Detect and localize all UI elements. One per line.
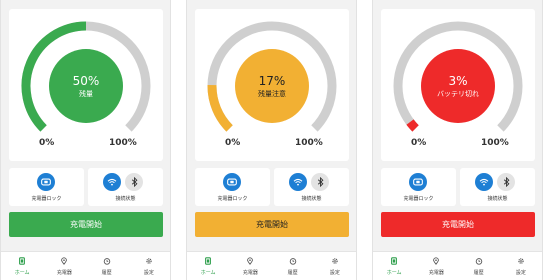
nav-item-label: 充電器 <box>56 269 72 276</box>
phone-screen-2: 17% 残量注意 0% 100% 充電器ロック 接続状態充電開始ホーム 充電器 履歴 設定 <box>186 0 357 280</box>
charger-lock-label: 充電器ロック <box>403 196 434 202</box>
location-pin-icon <box>60 256 68 269</box>
phone-screen-1: 50% 残量 0% 100% 充電器ロック 接続状態充電開始ホーム 充電器 履歴 設定 <box>0 0 171 280</box>
gauge-max-label: 100% <box>481 138 509 148</box>
nav-item-history[interactable]: 履歴 <box>86 252 128 280</box>
charger-lock-label: 充電器ロック <box>217 196 248 202</box>
phone-screen-3: 3% バッテリ切れ 0% 100% 充電器ロック 接続状態充電開始ホーム 充電器 履歴 設定 <box>372 0 543 280</box>
connection-status-label: 接続状態 <box>301 196 322 202</box>
wifi-icon[interactable] <box>289 173 307 191</box>
lock-icon[interactable] <box>409 173 427 191</box>
home-icon <box>204 256 212 269</box>
start-charging-button[interactable]: 充電開始 <box>9 212 163 237</box>
gear-icon <box>331 257 339 269</box>
nav-item-label: ホーム <box>14 269 30 276</box>
nav-item-label: ホーム <box>386 269 402 276</box>
home-icon <box>18 256 26 269</box>
nav-item-label: 充電器 <box>428 269 444 276</box>
battery-level-circle: 17% 残量注意 <box>235 49 309 123</box>
gauge-fill <box>207 84 233 132</box>
gauge-max-label: 100% <box>109 138 137 148</box>
nav-item-label: 履歴 <box>473 269 484 276</box>
battery-gauge-card: 17% 残量注意 0% 100% <box>195 9 349 161</box>
battery-level-circle: 50% 残量 <box>49 49 123 123</box>
wifi-icon[interactable] <box>103 173 121 191</box>
home-icon <box>390 256 398 269</box>
nav-item-home[interactable]: ホーム <box>373 252 415 280</box>
wifi-icon[interactable] <box>475 173 493 191</box>
charger-lock-label: 充電器ロック <box>31 196 62 202</box>
nav-item-history[interactable]: 履歴 <box>458 252 500 280</box>
bottom-navigation: ホーム 充電器 履歴 設定 <box>373 251 542 280</box>
start-charging-button[interactable]: 充電開始 <box>195 212 349 237</box>
start-charging-button[interactable]: 充電開始 <box>381 212 535 237</box>
nav-item-settings[interactable]: 設定 <box>314 252 356 280</box>
bottom-navigation: ホーム 充電器 履歴 設定 <box>187 251 356 280</box>
nav-item-label: 設定 <box>143 269 154 276</box>
nav-item-charger[interactable]: 充電器 <box>229 252 271 280</box>
battery-percent: 17% <box>258 73 286 88</box>
battery-percent: 3% <box>448 73 468 88</box>
battery-gauge-card: 50% 残量 0% 100% <box>9 9 163 161</box>
connection-status-tile[interactable]: 接続状態 <box>460 168 535 206</box>
charger-lock-tile[interactable]: 充電器ロック <box>9 168 84 206</box>
gauge-min-label: 0% <box>411 138 427 148</box>
connection-status-label: 接続状態 <box>115 196 136 202</box>
gauge-max-label: 100% <box>295 138 323 148</box>
location-pin-icon <box>246 256 254 269</box>
battery-status-text: バッテリ切れ <box>437 89 479 98</box>
bluetooth-icon[interactable] <box>125 173 143 191</box>
battery-status-text: 残量注意 <box>258 89 286 98</box>
bottom-navigation: ホーム 充電器 履歴 設定 <box>1 251 170 280</box>
connection-status-tile[interactable]: 接続状態 <box>274 168 349 206</box>
clock-icon <box>475 257 483 269</box>
location-pin-icon <box>432 256 440 269</box>
connection-status-label: 接続状態 <box>487 196 508 202</box>
nav-item-label: 履歴 <box>287 269 298 276</box>
gauge-fill <box>406 119 419 132</box>
lock-icon[interactable] <box>223 173 241 191</box>
bluetooth-icon[interactable] <box>311 173 329 191</box>
charger-lock-tile[interactable]: 充電器ロック <box>195 168 270 206</box>
nav-item-charger[interactable]: 充電器 <box>415 252 457 280</box>
nav-item-label: ホーム <box>200 269 216 276</box>
charger-lock-tile[interactable]: 充電器ロック <box>381 168 456 206</box>
nav-item-charger[interactable]: 充電器 <box>43 252 85 280</box>
connection-status-tile[interactable]: 接続状態 <box>88 168 163 206</box>
gauge-min-label: 0% <box>225 138 241 148</box>
nav-item-home[interactable]: ホーム <box>1 252 43 280</box>
gauge-min-label: 0% <box>39 138 55 148</box>
clock-icon <box>103 257 111 269</box>
bluetooth-icon[interactable] <box>497 173 515 191</box>
nav-item-settings[interactable]: 設定 <box>500 252 542 280</box>
battery-gauge-card: 3% バッテリ切れ 0% 100% <box>381 9 535 161</box>
gear-icon <box>145 257 153 269</box>
clock-icon <box>289 257 297 269</box>
nav-item-label: 履歴 <box>101 269 112 276</box>
battery-percent: 50% <box>72 73 100 88</box>
battery-status-text: 残量 <box>79 89 93 98</box>
nav-item-label: 設定 <box>515 269 526 276</box>
lock-icon[interactable] <box>37 173 55 191</box>
nav-item-home[interactable]: ホーム <box>187 252 229 280</box>
nav-item-label: 充電器 <box>242 269 258 276</box>
nav-item-label: 設定 <box>329 269 340 276</box>
nav-item-history[interactable]: 履歴 <box>272 252 314 280</box>
battery-level-circle: 3% バッテリ切れ <box>421 49 495 123</box>
gear-icon <box>517 257 525 269</box>
nav-item-settings[interactable]: 設定 <box>128 252 170 280</box>
